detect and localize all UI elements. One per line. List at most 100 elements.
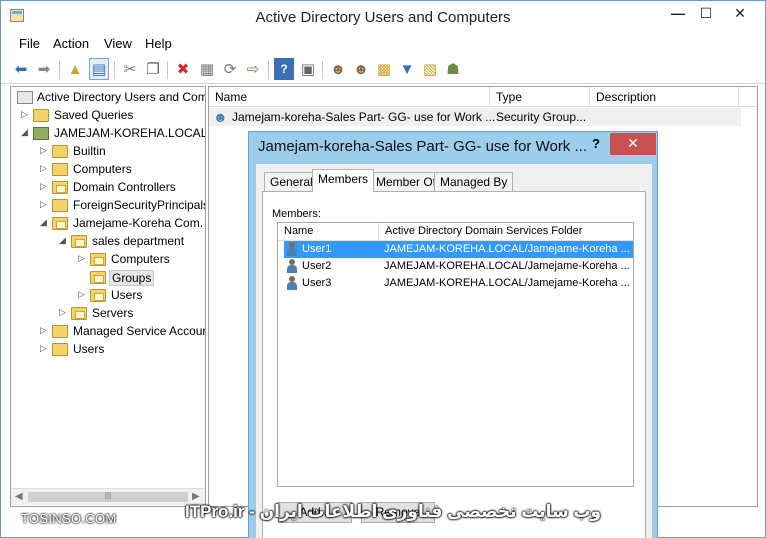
menu-help[interactable]: Help [145, 36, 172, 51]
column-header-description[interactable]: Description [590, 87, 739, 107]
collapse-arrow-icon[interactable]: ◢ [59, 235, 69, 246]
column-header-name[interactable]: Name [209, 87, 490, 107]
dialog-title: Jamejam-koreha-Sales Part- GG- use for W… [258, 138, 587, 155]
user-icon [286, 259, 298, 273]
expand-arrow-icon[interactable]: ▷ [78, 253, 88, 264]
tree-item-sales-department[interactable]: ◢ sales department [59, 233, 205, 251]
watermark-itpro: وب سایت تخصصی فناوری اطلاعات ایران - ITP… [185, 502, 602, 521]
member-name: User2 [302, 260, 332, 272]
expand-arrow-icon[interactable]: ▷ [40, 163, 50, 174]
tree-item-managed-service-accounts[interactable]: ▷ Managed Service Accour [40, 323, 205, 341]
expand-arrow-icon[interactable]: ▷ [59, 307, 69, 318]
close-button[interactable]: ✕ [723, 3, 757, 25]
window-title: Active Directory Users and Computers [255, 9, 511, 26]
member-name: User3 [302, 277, 332, 289]
expand-arrow-icon[interactable]: ▷ [40, 181, 50, 192]
column-header-folder[interactable]: Active Directory Domain Services Folder [379, 223, 633, 241]
tree-item-label: Active Directory Users and Com [37, 90, 206, 104]
console-tree: Active Directory Users and Com ▷ Saved Q… [10, 86, 206, 507]
tree-item-groups[interactable]: Groups [78, 269, 205, 287]
member-row[interactable]: User1 JAMEJAM-KOREHA.LOCAL/Jamejame-Kore… [284, 241, 633, 258]
dialog-close-button[interactable]: ✕ [610, 133, 656, 155]
tree-item-sales-users[interactable]: ▷ Users [78, 287, 205, 305]
members-label: Members: [272, 208, 321, 220]
folder-icon [52, 145, 68, 158]
column-header-name[interactable]: Name [278, 223, 379, 241]
list-header: Name Type Description [209, 87, 757, 107]
delegate-icon[interactable]: ☗ [443, 58, 463, 80]
tree-item-sales-computers[interactable]: ▷ Computers [78, 251, 205, 269]
tab-general[interactable]: General [264, 172, 319, 191]
ou-folder-icon [90, 253, 106, 266]
copy-icon[interactable]: ❐ [143, 58, 163, 80]
menu-file[interactable]: File [19, 36, 40, 51]
scroll-right-icon[interactable]: ▶ [192, 491, 200, 502]
properties-icon[interactable]: ▦ [197, 58, 217, 80]
show-pane-icon[interactable]: ▤ [89, 58, 109, 80]
maximize-button[interactable]: ☐ [689, 3, 723, 25]
delete-icon[interactable]: ✖ [173, 58, 193, 80]
tree-item-label: Groups [109, 270, 155, 286]
tree-item-label: ForeignSecurityPrincipals [73, 198, 206, 212]
expand-arrow-icon[interactable]: ▷ [21, 109, 31, 120]
tree-item-users[interactable]: ▷ Users [40, 341, 205, 359]
tree-item-computers[interactable]: ▷ Computers [40, 161, 205, 179]
tree-item-domain-controllers[interactable]: ▷ Domain Controllers [40, 179, 205, 197]
tree-item-label: Saved Queries [54, 108, 134, 122]
user-icon [286, 276, 298, 290]
refresh-icon[interactable]: ⟳ [220, 58, 240, 80]
list-row[interactable]: ☻ Jamejam-koreha-Sales Part- GG- use for… [209, 108, 741, 126]
tree-item-saved-queries[interactable]: ▷ Saved Queries [21, 107, 205, 125]
folder-icon [52, 343, 68, 356]
cut-icon[interactable]: ✂ [120, 58, 140, 80]
collapse-arrow-icon[interactable]: ◢ [40, 217, 50, 228]
console-icon[interactable]: ▣ [298, 58, 318, 80]
ou-folder-icon [90, 289, 106, 302]
tree-item-jamejame-koreha[interactable]: ◢ Jamejame-Koreha Com. [40, 215, 205, 233]
column-header-type[interactable]: Type [490, 87, 590, 107]
export-icon[interactable]: ⇨ [243, 58, 263, 80]
tree-item-foreign-security-principals[interactable]: ▷ ForeignSecurityPrincipals [40, 197, 206, 215]
tree-item-label: sales department [92, 234, 185, 248]
member-row[interactable]: User2 JAMEJAM-KOREHA.LOCAL/Jamejame-Kore… [284, 258, 633, 275]
tree-item-label: Servers [92, 306, 134, 320]
tree-item-root[interactable]: Active Directory Users and Com [15, 89, 206, 107]
tree-item-label: Computers [73, 162, 132, 176]
member-row[interactable]: User3 JAMEJAM-KOREHA.LOCAL/Jamejame-Kore… [284, 275, 633, 292]
menu-view[interactable]: View [104, 36, 132, 51]
tree-item-label: JAMEJAM-KOREHA.LOCAL [54, 126, 206, 140]
tab-managed-by[interactable]: Managed By [434, 172, 514, 191]
help-icon[interactable]: ? [274, 58, 294, 80]
add-to-group-icon[interactable]: ▧ [420, 58, 440, 80]
tree-item-label: Users [111, 288, 143, 302]
folder-icon [52, 163, 68, 176]
row-type: Security Group... [496, 110, 587, 124]
tree-item-builtin[interactable]: ▷ Builtin [40, 143, 205, 161]
row-name: Jamejam-koreha-Sales Part- GG- use for W… [232, 110, 496, 124]
expand-arrow-icon[interactable]: ▷ [40, 343, 50, 354]
tab-member-of[interactable]: Member Of [370, 172, 443, 191]
new-group-icon[interactable]: ☻ [351, 58, 371, 80]
tab-members[interactable]: Members [312, 169, 375, 192]
ou-folder-icon [90, 271, 106, 284]
up-folder-icon[interactable]: ▲ [65, 58, 85, 80]
scrollbar-thumb[interactable] [28, 491, 188, 502]
new-user-icon[interactable]: ☻ [328, 58, 348, 80]
menu-action[interactable]: Action [53, 36, 89, 51]
forward-arrow-icon[interactable]: ➡ [34, 58, 54, 80]
scroll-left-icon[interactable]: ◀ [15, 491, 23, 502]
user-icon [286, 242, 298, 256]
expand-arrow-icon[interactable]: ▷ [40, 199, 50, 210]
tree-item-servers[interactable]: ▷ Servers [59, 305, 205, 323]
back-arrow-icon[interactable]: ⬅ [11, 58, 31, 80]
filter-icon[interactable]: ▼ [397, 58, 417, 80]
dialog-help-button[interactable]: ? [582, 134, 610, 155]
new-ou-icon[interactable]: ▩ [374, 58, 394, 80]
tree-horizontal-scrollbar[interactable]: ◀ ▶ [11, 488, 205, 505]
expand-arrow-icon[interactable]: ▷ [40, 325, 50, 336]
expand-arrow-icon[interactable]: ▷ [78, 289, 88, 300]
expand-arrow-icon[interactable]: ▷ [40, 145, 50, 156]
tree-item-label: Computers [111, 252, 170, 266]
collapse-arrow-icon[interactable]: ◢ [21, 127, 31, 138]
tree-item-domain[interactable]: ◢ JAMEJAM-KOREHA.LOCAL [21, 125, 206, 143]
